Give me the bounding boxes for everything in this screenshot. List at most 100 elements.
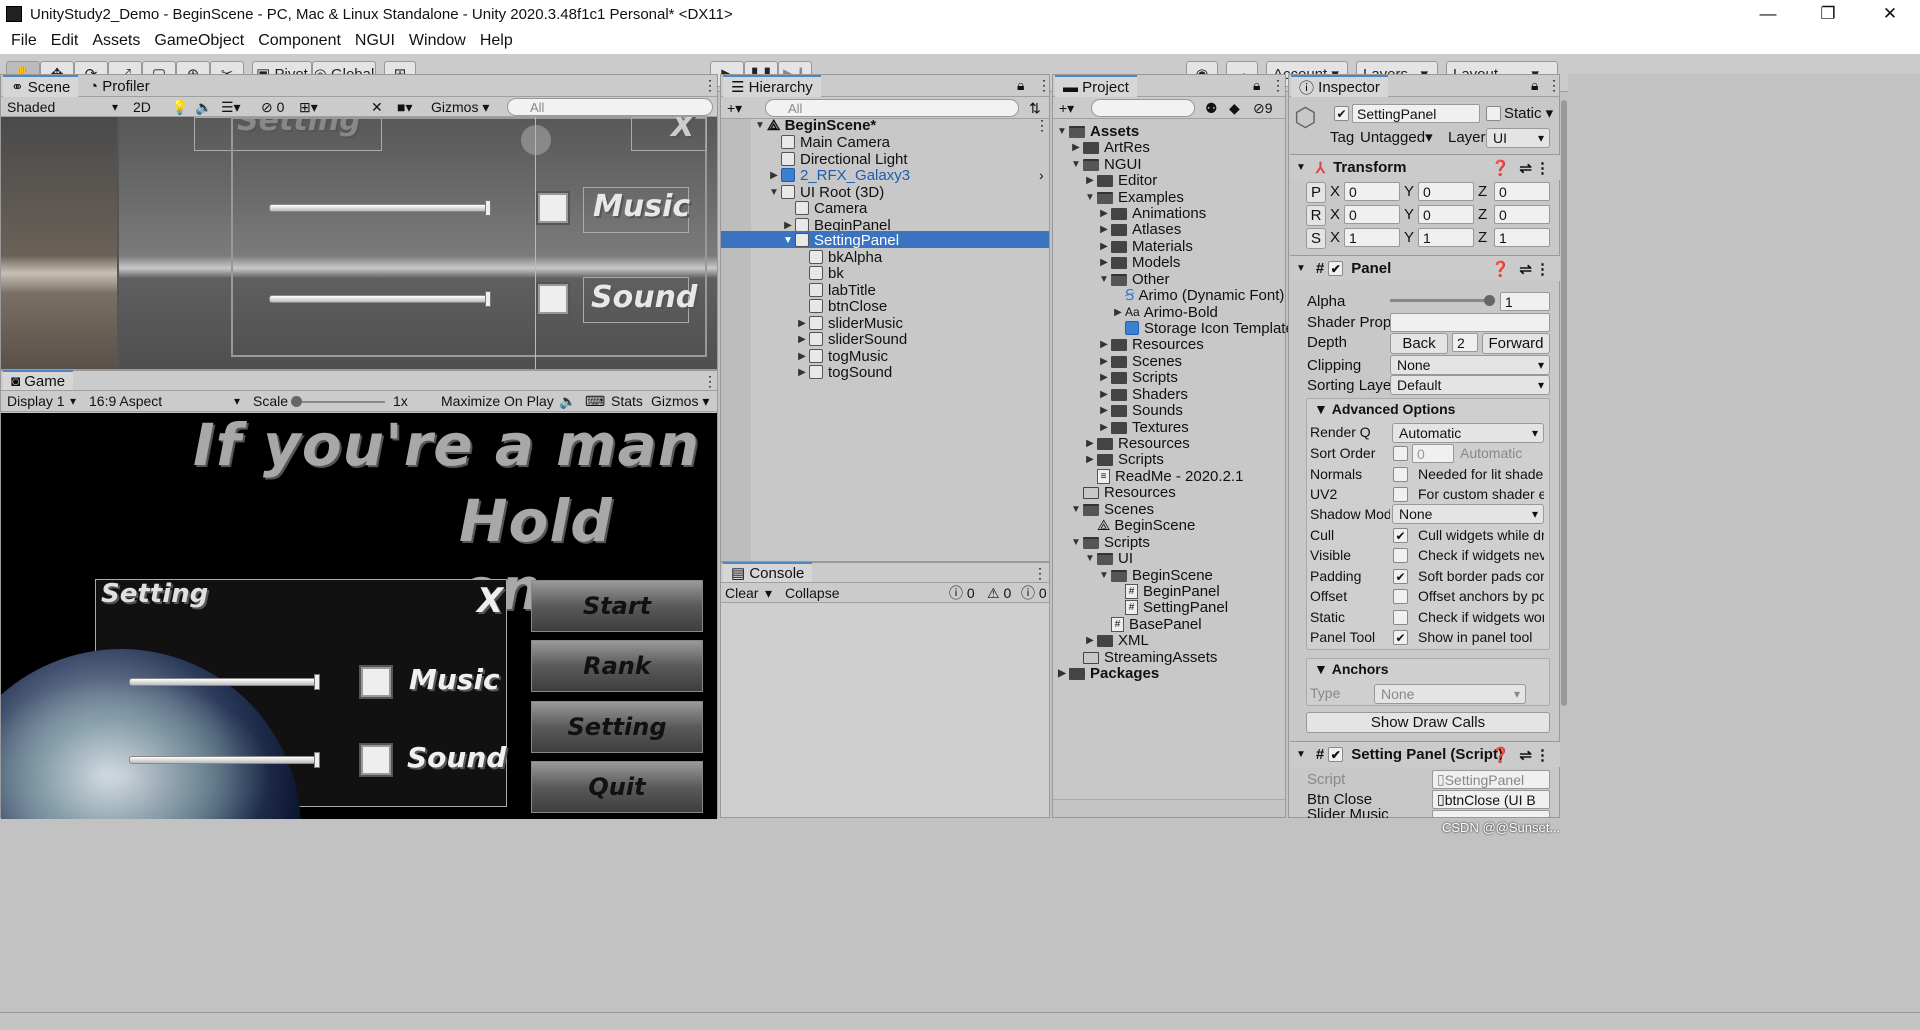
tab-hierarchy[interactable]: ☰ Hierarchy	[723, 75, 821, 97]
sound-toggle[interactable]	[361, 745, 391, 775]
alpha-field[interactable]: 1	[1500, 292, 1550, 311]
sound-slider-knob[interactable]	[314, 752, 320, 768]
filter-label-icon[interactable]: ◆	[1225, 98, 1244, 118]
uv2-checkbox[interactable]	[1393, 487, 1408, 502]
show-draw-calls-button[interactable]: Show Draw Calls	[1306, 712, 1550, 733]
position-x-field[interactable]: 0	[1344, 182, 1400, 201]
aspect-dropdown[interactable]: 16:9 Aspect	[83, 391, 245, 411]
gizmos-dropdown[interactable]: Gizmos ▾	[427, 97, 493, 117]
clear-button[interactable]: Clear	[721, 583, 762, 603]
start-button[interactable]: Start	[531, 580, 703, 632]
game-close-button[interactable]: X	[477, 581, 503, 621]
visible-checkbox[interactable]	[1393, 548, 1408, 563]
2d-toggle[interactable]: 2D	[129, 97, 155, 117]
foldout-arrow[interactable]: ▼	[1296, 263, 1306, 274]
position-z-field[interactable]: 0	[1494, 182, 1550, 201]
position-label[interactable]: P	[1306, 182, 1326, 203]
tab-inspector[interactable]: ⓘ Inspector	[1291, 75, 1388, 97]
rotation-z-field[interactable]: 0	[1494, 205, 1550, 224]
menu-assets[interactable]: Assets	[85, 32, 147, 50]
lock-icon[interactable]: 🔒︎	[1013, 75, 1028, 95]
shader-prop-field[interactable]	[1390, 313, 1550, 332]
tab-scene[interactable]: ⚭ Scene	[3, 75, 79, 97]
filter-type-icon[interactable]: ⚉	[1201, 98, 1222, 118]
project-search-input[interactable]	[1091, 99, 1195, 117]
grid-icon[interactable]: ⊞▾	[295, 97, 322, 117]
quit-button[interactable]: Quit	[531, 761, 703, 813]
game-menu-icon[interactable]: ⋮	[699, 371, 721, 391]
error-count[interactable]: ⓘ 0	[945, 583, 979, 603]
scale-track[interactable]	[293, 401, 385, 403]
console-log-area[interactable]	[721, 603, 1049, 817]
sort-order-checkbox[interactable]	[1393, 446, 1408, 461]
panel-menu-icon[interactable]: ⋮	[699, 75, 721, 95]
error-count-button[interactable]: ⓘ 0	[1017, 583, 1051, 603]
scale-z-field[interactable]: 1	[1494, 228, 1550, 247]
tab-console[interactable]: ▤ Console	[723, 562, 813, 582]
anchor-type-dropdown[interactable]: None	[1374, 684, 1526, 704]
rank-button[interactable]: Rank	[531, 640, 703, 692]
scene-viewport[interactable]: Setting X Music Sound	[1, 117, 717, 369]
tab-game[interactable]: ◙ Game	[3, 370, 74, 390]
static-checkbox[interactable]	[1486, 106, 1501, 121]
mute-audio-icon[interactable]: 🔈	[555, 391, 580, 411]
rotation-label[interactable]: R	[1306, 205, 1326, 226]
stats-button[interactable]: Stats	[607, 391, 647, 411]
static-dropdown[interactable]: Static ▾	[1504, 102, 1553, 124]
inspector-lock-icon[interactable]: 🔒︎	[1527, 75, 1542, 95]
script-component-header[interactable]: ▼ # ✔ Setting Panel (Script) ❓ ⇌ ⋮	[1290, 741, 1560, 767]
game-viewport[interactable]: If you're a man Hold on Setting X Music …	[1, 413, 717, 819]
panel-component-header[interactable]: ▼ # ✔ Panel ❓ ⇌ ⋮	[1290, 255, 1560, 281]
position-y-field[interactable]: 0	[1418, 182, 1474, 201]
render-q-dropdown[interactable]: Automatic	[1392, 423, 1544, 443]
menu-ngui[interactable]: NGUI	[348, 32, 402, 50]
rotation-y-field[interactable]: 0	[1418, 205, 1474, 224]
component-menu-icon[interactable]: ⋮	[1535, 746, 1550, 764]
menu-gameobject[interactable]: GameObject	[147, 32, 251, 50]
clipping-dropdown[interactable]: None	[1390, 355, 1550, 375]
scale-knob[interactable]	[291, 396, 302, 407]
inspector-menu-icon[interactable]: ⋮	[1543, 75, 1559, 95]
sound-slider[interactable]	[129, 756, 319, 764]
anchors-header[interactable]: ▼ Anchors	[1314, 658, 1389, 680]
preset-icon[interactable]: ⇌	[1519, 159, 1532, 177]
static-option-checkbox[interactable]	[1393, 610, 1408, 625]
panel-tool-checkbox[interactable]: ✔	[1393, 630, 1408, 645]
component-menu-icon[interactable]: ⋮	[1535, 260, 1550, 278]
help-icon[interactable]: ❓	[1491, 746, 1510, 764]
panel-enabled-checkbox[interactable]: ✔	[1328, 261, 1344, 276]
rotation-x-field[interactable]: 0	[1344, 205, 1400, 224]
preset-icon[interactable]: ⇌	[1519, 746, 1532, 764]
effects-icon[interactable]: ☰▾	[217, 97, 245, 117]
scale-x-field[interactable]: 1	[1344, 228, 1400, 247]
menu-help[interactable]: Help	[473, 32, 520, 50]
offset-checkbox[interactable]	[1393, 589, 1408, 604]
scene-menu-icon[interactable]: ⋮	[1031, 115, 1053, 135]
script-field[interactable]: ▯ SettingPanel	[1432, 770, 1550, 789]
hidden-packages-icon[interactable]: ⊘ 9	[1249, 98, 1277, 118]
keyboard-icon[interactable]: ⌨	[581, 391, 609, 411]
tab-profiler[interactable]: ◔ Profiler	[81, 75, 158, 97]
padding-checkbox[interactable]: ✔	[1393, 569, 1408, 584]
lighting-icon[interactable]: 💡	[167, 97, 192, 117]
project-create-button[interactable]: +▾	[1055, 98, 1078, 118]
clear-options-icon[interactable]: ▾	[761, 583, 776, 603]
depth-field[interactable]: 2	[1452, 333, 1478, 352]
active-checkbox[interactable]: ✔	[1334, 106, 1349, 121]
maximize-on-play-button[interactable]: Maximize On Play	[437, 391, 558, 411]
component-menu-icon[interactable]: ⋮	[1535, 159, 1550, 177]
game-gizmos-dropdown[interactable]: Gizmos ▾	[647, 391, 713, 411]
back-button[interactable]: Back	[1390, 333, 1448, 354]
project-folder[interactable]: ▶ Packages	[1055, 663, 1159, 683]
help-icon[interactable]: ❓	[1491, 159, 1510, 177]
menu-window[interactable]: Window	[402, 32, 473, 50]
create-button[interactable]: +▾	[723, 98, 746, 118]
project-menu-icon[interactable]: ⋮	[1267, 75, 1289, 95]
layer-dropdown[interactable]: UI	[1486, 128, 1550, 148]
menu-component[interactable]: Component	[251, 32, 348, 50]
hidden-objects-icon[interactable]: ⊘ 0	[257, 97, 288, 117]
setting-button[interactable]: Setting	[531, 701, 703, 753]
menu-edit[interactable]: Edit	[44, 32, 86, 50]
scene-search-input[interactable]: All	[507, 98, 713, 116]
alpha-slider-knob[interactable]	[1484, 295, 1495, 306]
